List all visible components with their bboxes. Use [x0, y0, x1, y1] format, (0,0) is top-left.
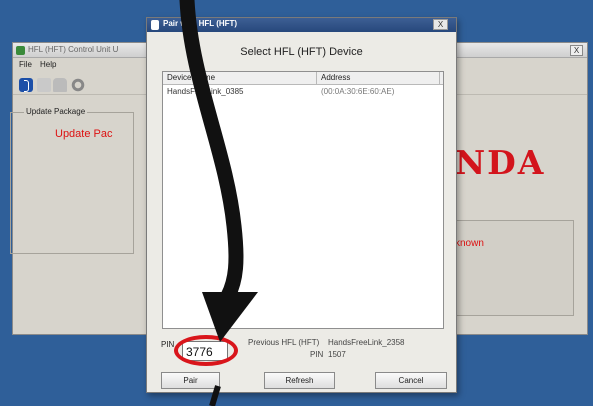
arrow-shaft: [179, 0, 244, 304]
annotation-arrows: [179, 0, 258, 406]
arrow-head: [202, 292, 258, 342]
arrow-tail-bottom: [209, 385, 221, 406]
